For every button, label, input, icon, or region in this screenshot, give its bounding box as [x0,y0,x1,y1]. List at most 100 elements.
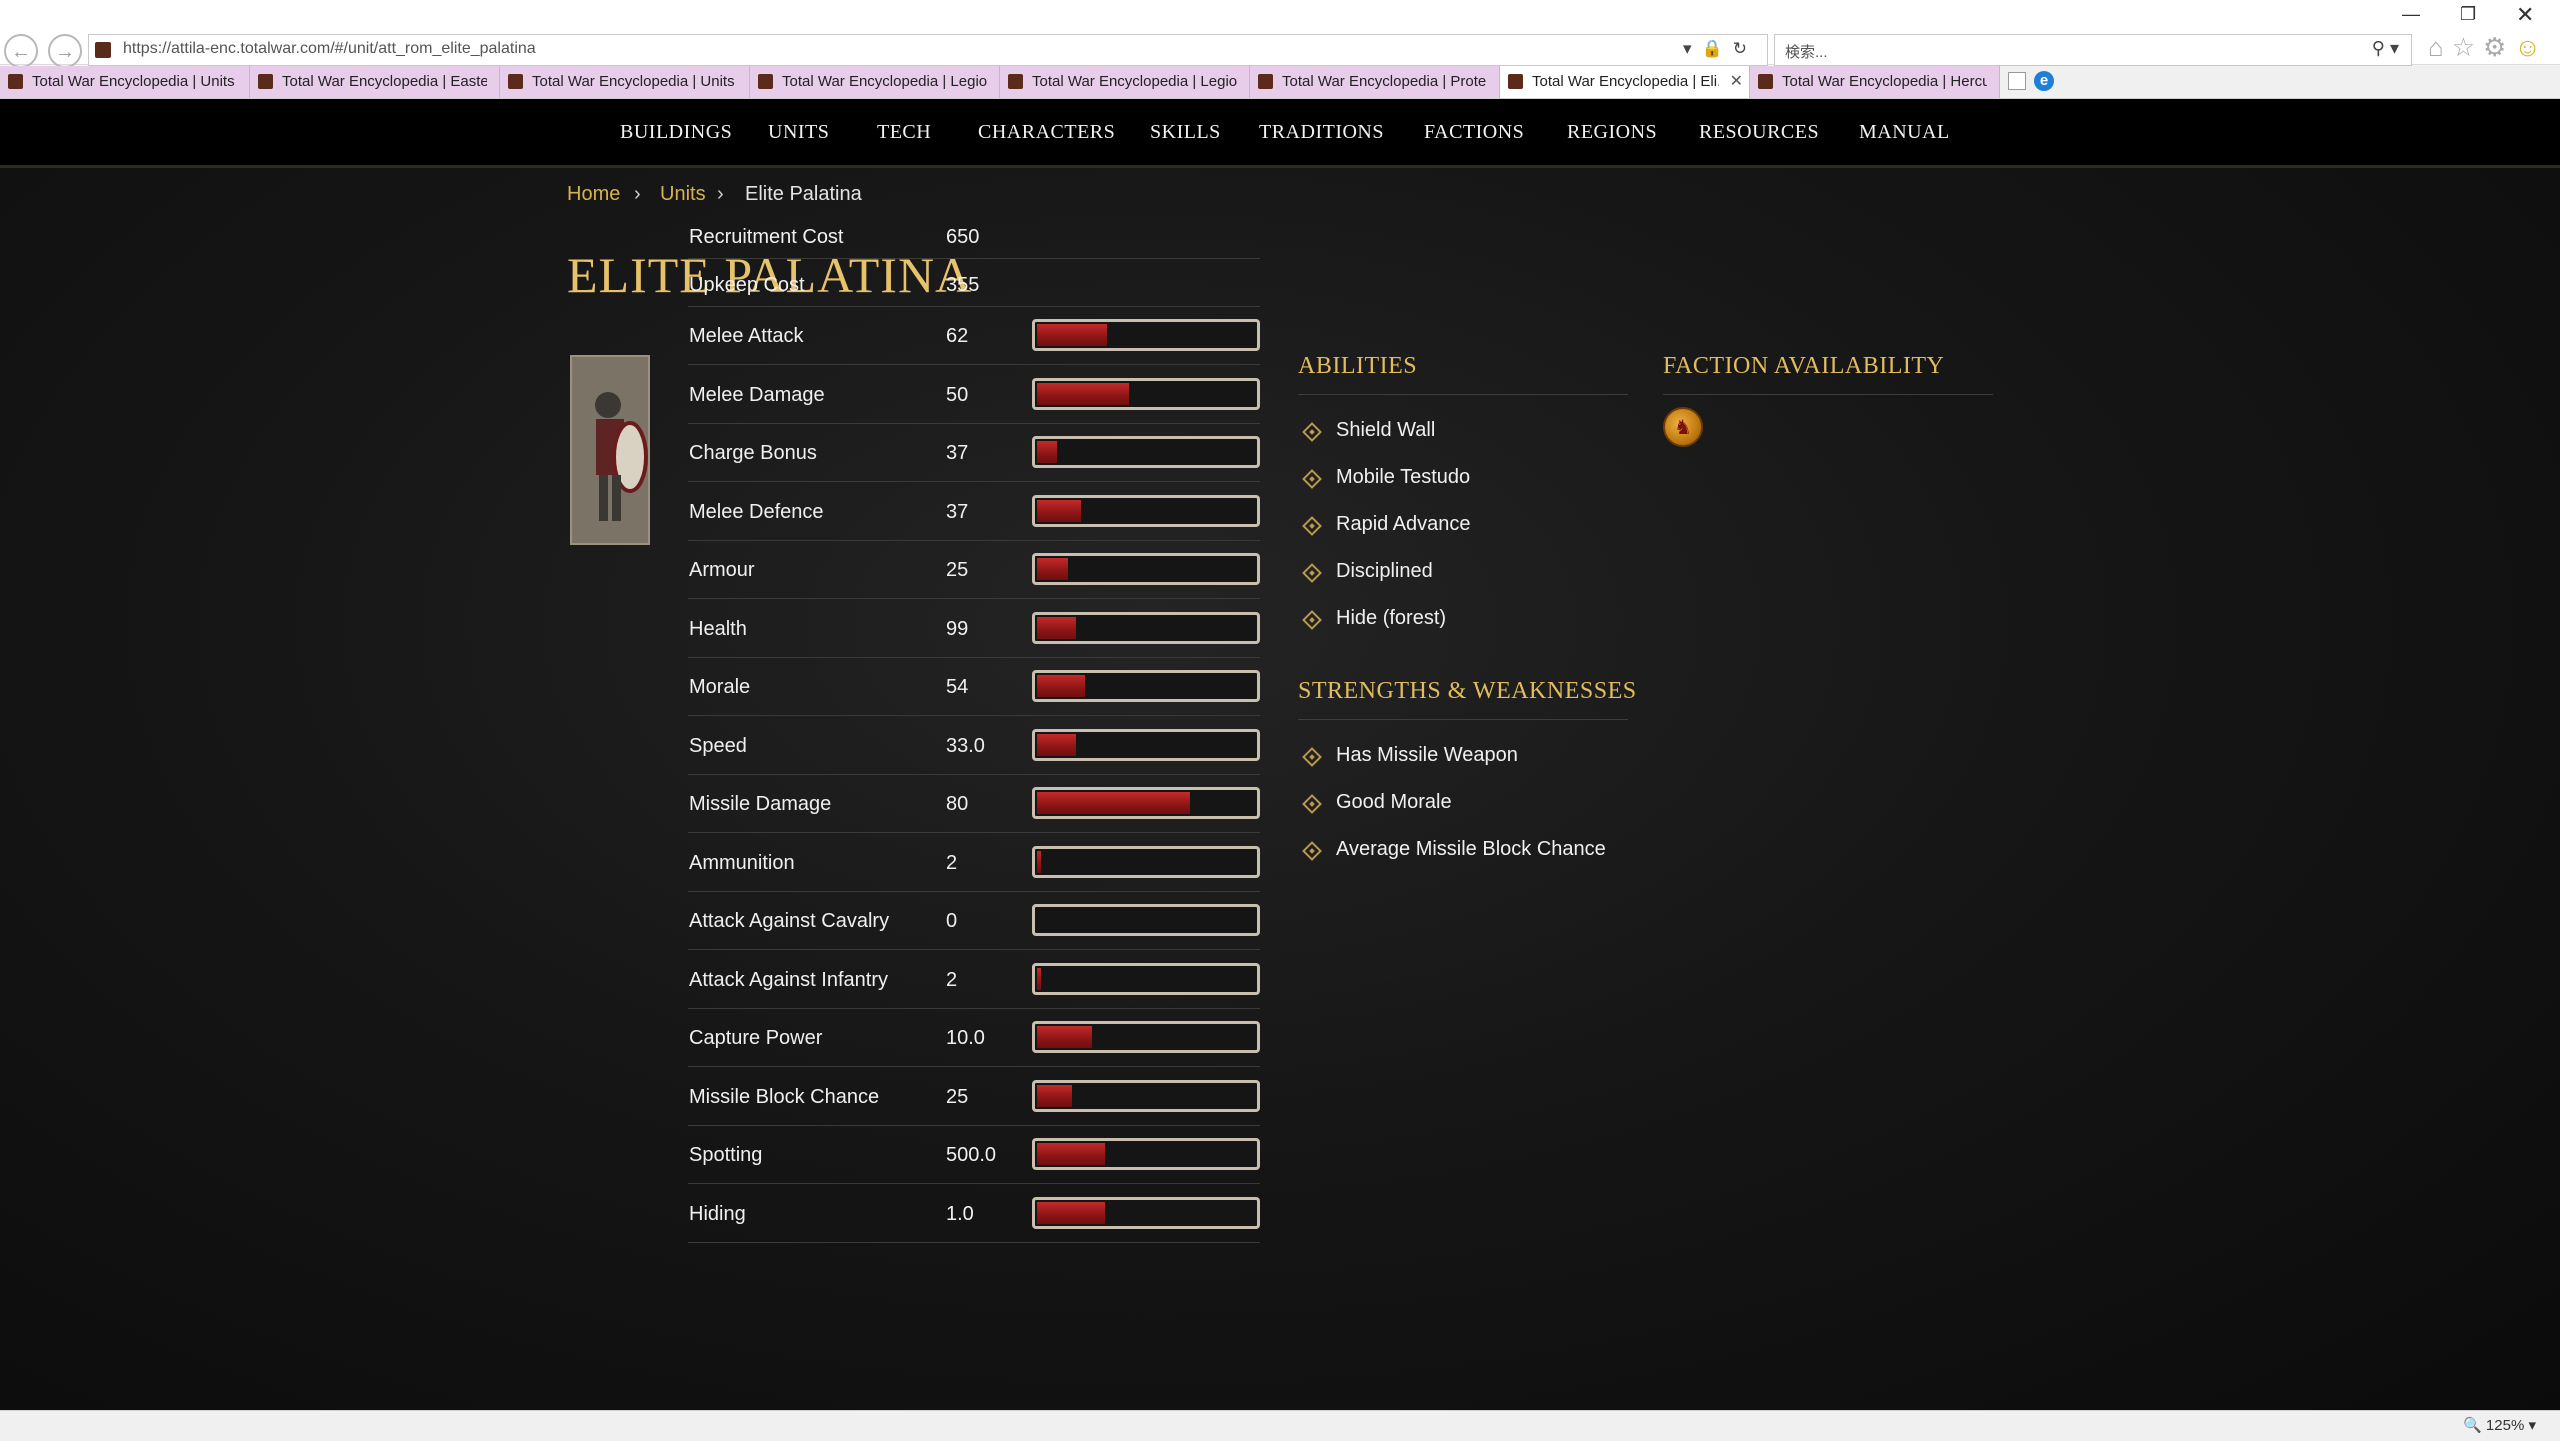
stat-label: Upkeep Cost [689,274,805,296]
tab-favicon [758,74,773,89]
tab-favicon [258,74,273,89]
list-item[interactable]: Mobile Testudo [1336,466,1470,489]
strengths-title: STRENGTHS & WEAKNESSES [1298,678,1637,704]
browser-tab[interactable]: Total War Encyclopedia | Legio... [1000,66,1250,98]
search-input[interactable]: 検索... ⚲ ▾ [1774,34,2412,66]
stat-label: Melee Damage [689,383,825,406]
zoom-level[interactable]: 🔍 125% ▾ [2463,1416,2536,1434]
dropdown-arrow-icon[interactable]: ▾ [1683,39,1702,58]
close-icon[interactable]: ✕ [2516,2,2534,28]
tab-strip: Total War Encyclopedia | Units Total War… [0,66,2560,99]
browser-tab[interactable]: Total War Encyclopedia | Prote... [1250,66,1500,98]
browser-tab[interactable]: Total War Encyclopedia | Units [0,66,250,98]
stat-bar [1032,670,1260,702]
nav-tech[interactable]: TECH [877,121,931,144]
refresh-icon[interactable]: ↻ [1733,39,1757,58]
breadcrumb-home[interactable]: Home [567,183,620,206]
stat-value: 80 [946,793,969,815]
search-icon[interactable]: ⚲ ▾ [2372,38,2399,59]
diamond-icon [1302,516,1322,536]
home-icon[interactable]: ⌂ [2428,32,2452,62]
address-input[interactable]: https://attila-enc.totalwar.com/#/unit/a… [88,34,1768,66]
nav-resources[interactable]: RESOURCES [1699,121,1819,144]
diamond-icon [1302,563,1322,583]
stat-label: Missile Damage [689,793,832,815]
gear-icon[interactable]: ⚙ [2483,32,2514,62]
tab-title: Total War Encyclopedia | Legio... [1032,73,1237,90]
browser-tab[interactable]: Total War Encyclopedia | Legio [750,66,1000,98]
stat-row: Attack Against Cavalry 0 [688,892,1260,950]
divider [1298,719,1628,720]
stat-label: Health [689,617,747,640]
list-item[interactable]: Has Missile Weapon [1336,744,1518,767]
stat-value: 99 [946,617,969,640]
list-item[interactable]: Average Missile Block Chance [1336,838,1606,861]
nav-traditions[interactable]: TRADITIONS [1259,121,1384,144]
stat-label: Speed [689,734,747,757]
stat-bar [1032,553,1260,585]
stat-value: 355 [946,274,980,296]
stat-row: Attack Against Infantry 2 [688,951,1260,1009]
stat-bar-fill [1037,324,1107,346]
close-tab-icon[interactable]: ✕ [1730,71,1743,91]
nav-manual[interactable]: MANUAL [1859,121,1950,144]
stat-value: 2 [946,968,958,991]
browser-tab[interactable]: Total War Encyclopedia | Units [500,66,750,98]
browser-tab-active[interactable]: Total War Encyclopedia | Eli... ✕ [1500,66,1750,98]
stat-bar [1032,319,1260,351]
status-bar: 🔍 125% ▾ [0,1410,2560,1441]
stat-bar [1032,728,1260,761]
list-item[interactable]: Disciplined [1336,560,1433,583]
star-icon[interactable]: ☆ [2452,32,2483,62]
minimize-icon[interactable]: — [2402,4,2420,25]
list-item[interactable]: Good Morale [1336,791,1452,814]
browser-chrome: ← → https://attila-enc.totalwar.com/#/un… [0,0,2560,99]
stat-label: Melee Defence [689,500,824,523]
lock-icon[interactable]: 🔒 [1702,39,1733,58]
stat-row: Missile Damage 80 [688,775,1260,833]
nav-regions[interactable]: REGIONS [1567,121,1657,144]
faction-emblem-icon[interactable]: ♞ [1663,407,1703,447]
stat-row: Armour 25 [688,541,1260,599]
stat-row: Melee Damage 50 [688,366,1260,424]
divider [1663,394,1993,395]
tab-favicon [1008,74,1023,89]
stat-label: Hiding [689,1202,746,1225]
chevron-right-icon: › [634,183,641,205]
tab-title: Total War Encyclopedia | Eli... [1532,73,1719,90]
tab-title: Total War Encyclopedia | Legio [782,73,987,90]
ie-logo-icon[interactable]: e [2034,71,2054,91]
browser-tab[interactable]: Total War Encyclopedia | Hercu... [1750,66,2000,98]
browser-tab[interactable]: Total War Encyclopedia | Easte... [250,66,500,98]
stat-bar-fill [1037,382,1129,405]
stat-bar [1032,611,1260,644]
restore-icon[interactable]: ❐ [2460,4,2476,25]
diamond-icon [1302,794,1322,814]
stat-value: 25 [946,559,969,581]
nav-skills[interactable]: SKILLS [1150,121,1221,144]
breadcrumb-units[interactable]: Units [660,183,706,206]
nav-buildings[interactable]: BUILDINGS [620,121,732,144]
stat-bar [1032,962,1260,995]
tab-favicon [508,74,523,89]
stat-row: Missile Block Chance 25 [688,1068,1260,1126]
list-item[interactable]: Hide (forest) [1336,607,1446,630]
stat-bar [1032,494,1260,527]
stat-label: Attack Against Infantry [689,968,888,991]
smiley-icon[interactable]: ☺ [2514,32,2549,62]
stat-label: Morale [689,676,751,698]
stat-value: 500.0 [946,1144,997,1166]
stat-label: Ammunition [689,851,795,874]
list-item[interactable]: Shield Wall [1336,419,1435,442]
list-item[interactable]: Rapid Advance [1336,513,1471,536]
nav-factions[interactable]: FACTIONS [1424,121,1524,144]
forward-arrow-icon[interactable]: → [48,34,82,68]
new-tab-icon[interactable] [2008,72,2026,90]
diamond-icon [1302,422,1322,442]
nav-units[interactable]: UNITS [768,121,829,144]
stat-row: Melee Attack 62 [688,307,1260,365]
back-arrow-icon[interactable]: ← [4,34,38,68]
stat-bar [1032,1021,1260,1053]
nav-characters[interactable]: CHARACTERS [978,121,1115,144]
tab-title: Total War Encyclopedia | Units [32,73,235,90]
